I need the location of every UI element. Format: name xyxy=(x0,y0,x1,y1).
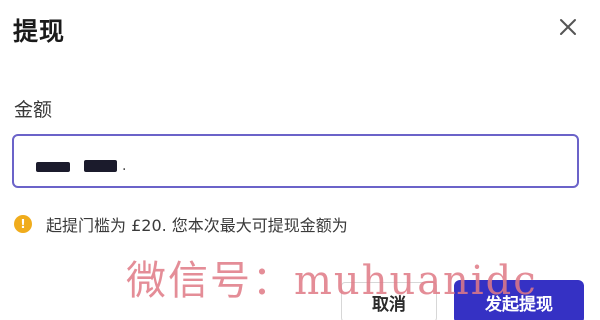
dialog-title: 提现 xyxy=(13,17,66,46)
threshold-notice: ! 起提门槛为 £20. 您本次最大可提现金额为 xyxy=(14,212,348,236)
submit-withdraw-button[interactable]: 发起提现 xyxy=(454,280,584,320)
close-icon[interactable] xyxy=(555,14,581,40)
amount-label: 金额 xyxy=(14,99,53,121)
amount-value: . xyxy=(122,158,127,174)
cancel-button[interactable]: 取消 xyxy=(341,282,437,320)
notice-text: 起提门槛为 £20. 您本次最大可提现金额为 xyxy=(46,216,348,235)
redacted-block xyxy=(84,160,117,172)
redacted-block xyxy=(36,162,70,172)
amount-input[interactable]: . xyxy=(12,134,579,188)
withdraw-dialog: 提现 金额 . ! 起提门槛为 £20. 您本次最大可提现金额为 取消 发起提现… xyxy=(0,0,600,320)
warning-icon: ! xyxy=(14,215,32,233)
